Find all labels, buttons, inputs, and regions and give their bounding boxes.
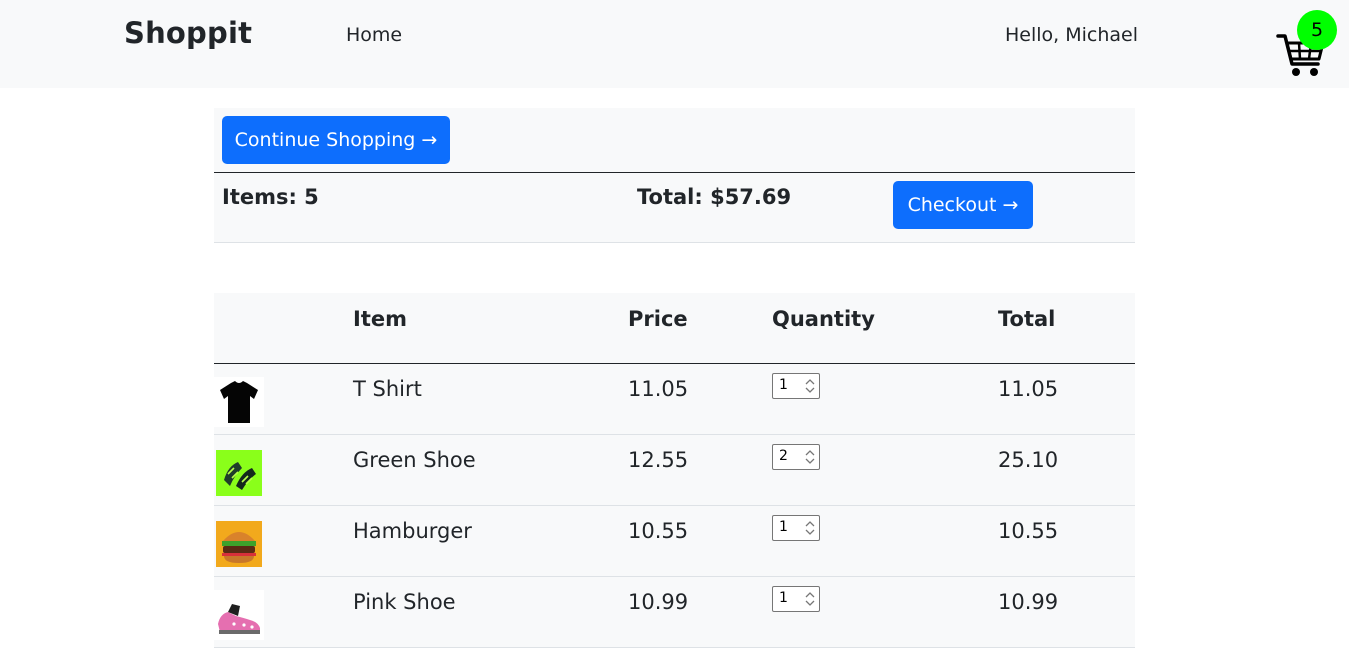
line-total: 25.10: [998, 434, 1135, 506]
quantity-cell: 1: [772, 363, 998, 435]
spinner-arrows-icon[interactable]: [803, 589, 817, 609]
quantity-cell: 2: [772, 434, 998, 506]
user-greeting: Hello, Michael: [1005, 24, 1139, 46]
table-row: Green Shoe 12.55 2 25.10: [214, 434, 1135, 506]
table-row: Pink Shoe 10.99 1 10.99: [214, 576, 1135, 648]
product-name: T Shirt: [353, 363, 628, 435]
table-header-row: Item Price Quantity Total: [214, 293, 1135, 364]
quantity-stepper[interactable]: 1: [772, 514, 820, 541]
spinner-arrows-icon[interactable]: [803, 447, 817, 467]
column-header-quantity: Quantity: [772, 293, 998, 364]
brand-logo[interactable]: Shoppit: [124, 16, 252, 50]
quantity-cell: 1: [772, 576, 998, 648]
green-shoe-image: [216, 449, 262, 496]
product-price: 10.55: [628, 505, 772, 577]
column-header-image: [214, 293, 353, 364]
product-price: 12.55: [628, 434, 772, 506]
summary-divider: [214, 172, 1135, 173]
quantity-value: 1: [779, 589, 788, 606]
quantity-cell: 1: [772, 505, 998, 577]
cart-table: Item Price Quantity Total T Shirt 11.05 …: [214, 293, 1135, 648]
quantity-value: 1: [779, 376, 788, 393]
product-name: Pink Shoe: [353, 576, 628, 648]
quantity-stepper[interactable]: 2: [772, 443, 820, 470]
cart-summary: Continue Shopping → Items: 5 Total: $57.…: [214, 108, 1135, 243]
quantity-stepper[interactable]: 1: [772, 372, 820, 399]
items-count: Items: 5: [222, 185, 319, 209]
hamburger-image: [216, 520, 262, 567]
table-row: Hamburger 10.55 1 10.55: [214, 505, 1135, 577]
line-total: 11.05: [998, 363, 1135, 435]
cart-button[interactable]: 5: [1276, 10, 1346, 82]
column-header-price: Price: [628, 293, 772, 364]
product-image-cell: [214, 363, 353, 435]
cart-count-badge: 5: [1297, 10, 1337, 50]
t-shirt-image: [214, 376, 264, 427]
pink-shoe-image: [214, 589, 264, 640]
checkout-button[interactable]: Checkout →: [893, 181, 1033, 229]
nav-link-home[interactable]: Home: [346, 24, 402, 46]
product-image-cell: [214, 505, 353, 577]
product-image-cell: [214, 576, 353, 648]
table-row: T Shirt 11.05 1 11.05: [214, 363, 1135, 435]
line-total: 10.99: [998, 576, 1135, 648]
product-price: 11.05: [628, 363, 772, 435]
continue-shopping-button[interactable]: Continue Shopping →: [222, 116, 450, 164]
spinner-arrows-icon[interactable]: [803, 376, 817, 396]
line-total: 10.55: [998, 505, 1135, 577]
product-name: Green Shoe: [353, 434, 628, 506]
cart-total: Total: $57.69: [637, 185, 792, 209]
quantity-value: 1: [779, 518, 788, 535]
quantity-stepper[interactable]: 1: [772, 585, 820, 612]
spinner-arrows-icon[interactable]: [803, 518, 817, 538]
product-image-cell: [214, 434, 353, 506]
column-header-item: Item: [353, 293, 628, 364]
column-header-total: Total: [998, 293, 1135, 364]
navbar: Shoppit Home Hello, Michael 5: [0, 0, 1349, 88]
product-name: Hamburger: [353, 505, 628, 577]
product-price: 10.99: [628, 576, 772, 648]
quantity-value: 2: [779, 447, 788, 464]
